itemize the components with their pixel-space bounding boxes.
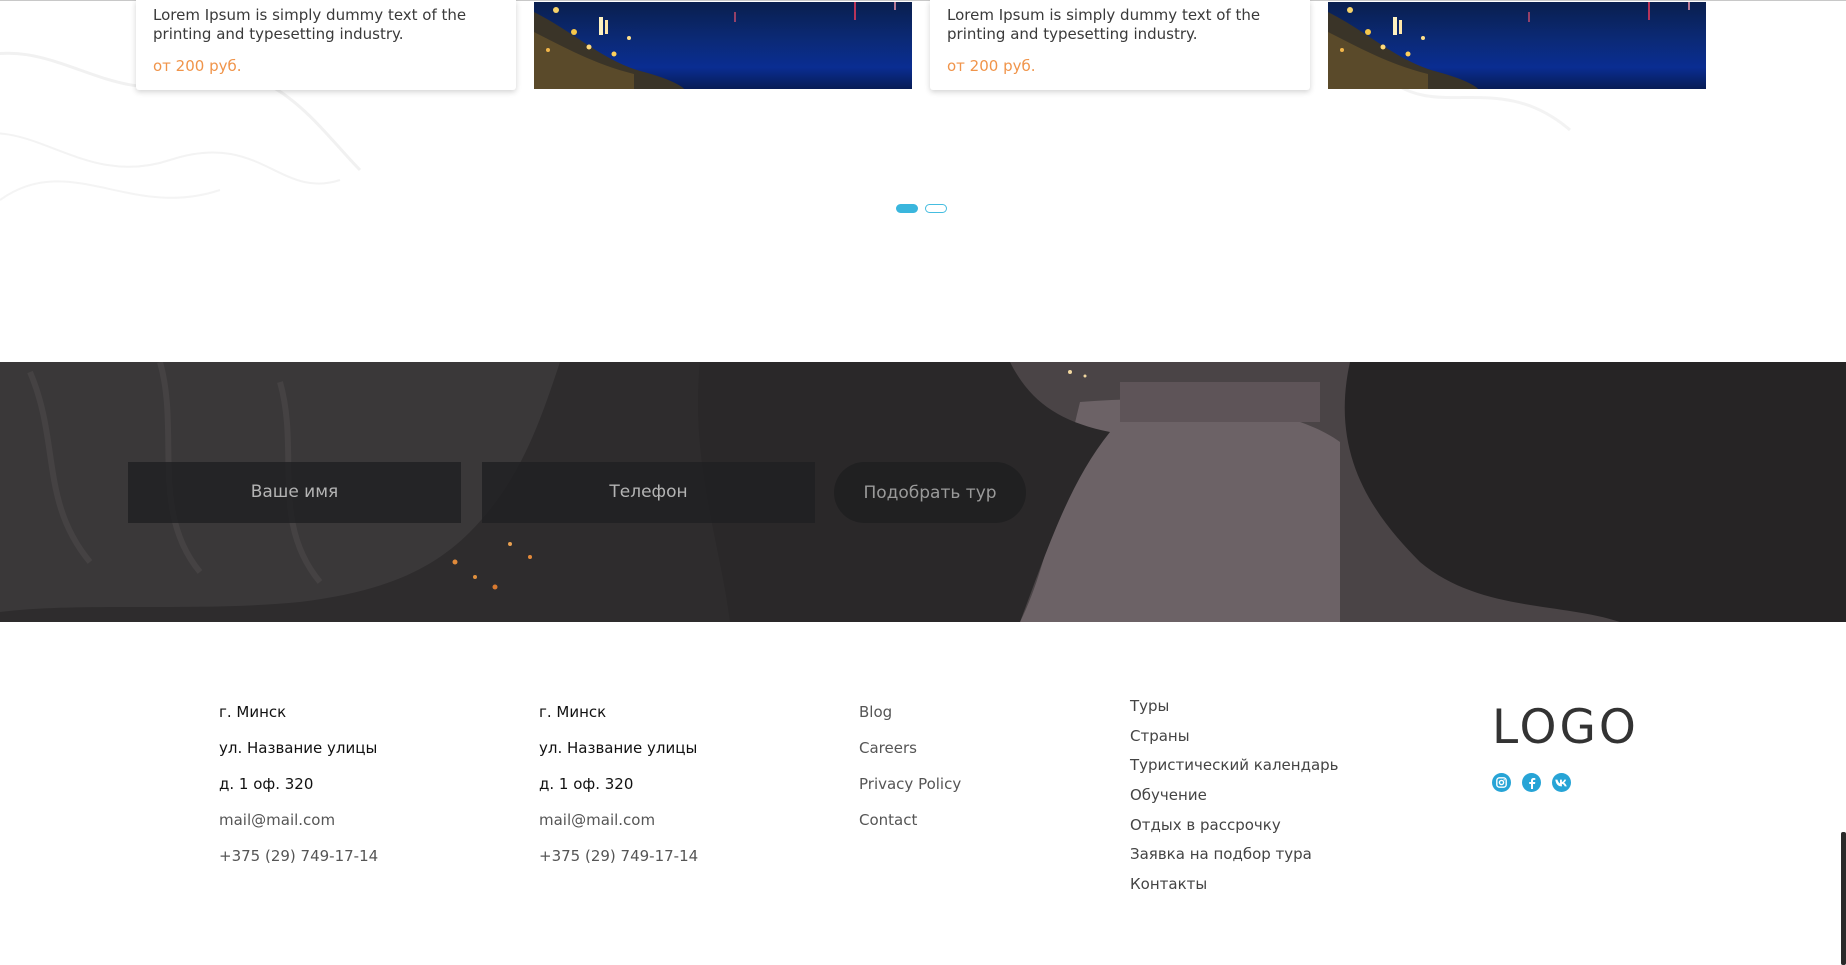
office-contacts-2: г. Минск ул. Название улицы д. 1 оф. 320…: [539, 702, 698, 882]
tour-request-banner: Подобрать тур: [0, 362, 1846, 622]
footer-link-blog[interactable]: Blog: [859, 702, 961, 738]
office-contacts-1: г. Минск ул. Название улицы д. 1 оф. 320…: [219, 702, 378, 882]
footer-link-privacy-policy[interactable]: Privacy Policy: [859, 774, 961, 810]
menu-item-countries[interactable]: Страны: [1130, 726, 1339, 756]
pagination-dot-2[interactable]: [925, 204, 947, 213]
menu-item-tours[interactable]: Туры: [1130, 696, 1339, 726]
office-building: д. 1 оф. 320: [539, 775, 634, 793]
name-input[interactable]: [128, 462, 461, 523]
office-email-link[interactable]: mail@mail.com: [539, 810, 698, 846]
tour-card-description: Lorem Ipsum is simply dummy text of the …: [153, 6, 467, 43]
menu-item-contacts[interactable]: Контакты: [1130, 874, 1339, 904]
tour-photo[interactable]: [1328, 2, 1706, 89]
menu-item-training[interactable]: Обучение: [1130, 785, 1339, 815]
tour-card[interactable]: Lorem Ipsum is simply dummy text of the …: [930, 0, 1310, 90]
office-city: г. Минск: [219, 703, 287, 721]
footer: г. Минск ул. Название улицы д. 1 оф. 320…: [0, 622, 1846, 965]
pagination-dot-1[interactable]: [896, 204, 918, 213]
office-street: ул. Название улицы: [539, 739, 698, 757]
scrollbar-thumb[interactable]: [1841, 832, 1846, 965]
menu-item-installment-vacation[interactable]: Отдых в рассрочку: [1130, 815, 1339, 845]
office-city: г. Минск: [539, 703, 607, 721]
carousel-pagination: [896, 204, 947, 213]
vk-icon[interactable]: [1552, 773, 1571, 792]
tour-card-description: Lorem Ipsum is simply dummy text of the …: [947, 6, 1261, 43]
footer-menu: Туры Страны Туристический календарь Обуч…: [1130, 696, 1339, 904]
footer-link-careers[interactable]: Careers: [859, 738, 961, 774]
page-scrollbar[interactable]: [1840, 0, 1846, 965]
office-phone-link[interactable]: +375 (29) 749-17-14: [539, 846, 698, 882]
facebook-icon[interactable]: [1522, 773, 1541, 792]
menu-item-tourist-calendar[interactable]: Туристический календарь: [1130, 755, 1339, 785]
tour-carousel: Lorem Ipsum is simply dummy text of the …: [0, 0, 1846, 362]
tour-card-price: от 200 руб.: [947, 57, 1036, 75]
office-email-link[interactable]: mail@mail.com: [219, 810, 378, 846]
office-street: ул. Название улицы: [219, 739, 378, 757]
social-links: [1492, 773, 1571, 792]
office-phone-link[interactable]: +375 (29) 749-17-14: [219, 846, 378, 882]
menu-item-tour-request[interactable]: Заявка на подбор тура: [1130, 844, 1339, 874]
find-tour-button[interactable]: Подобрать тур: [834, 462, 1026, 523]
instagram-icon[interactable]: [1492, 773, 1511, 792]
tour-photo[interactable]: [534, 2, 912, 89]
footer-link-contact[interactable]: Contact: [859, 810, 961, 846]
tour-card-price: от 200 руб.: [153, 57, 242, 75]
phone-input[interactable]: [482, 462, 815, 523]
tour-card[interactable]: Lorem Ipsum is simply dummy text of the …: [136, 0, 516, 90]
office-building: д. 1 оф. 320: [219, 775, 314, 793]
footer-links: Blog Careers Privacy Policy Contact: [859, 702, 961, 846]
footer-logo[interactable]: LOGO: [1492, 700, 1639, 755]
